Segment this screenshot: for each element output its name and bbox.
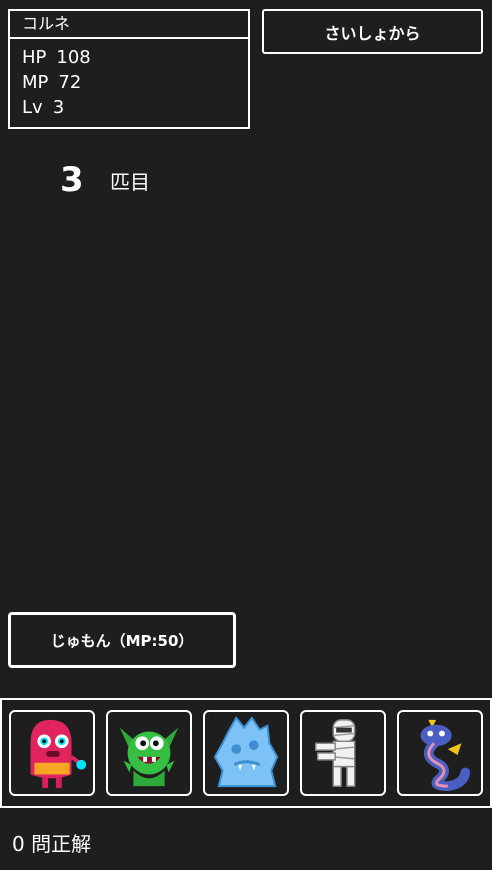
monster-slot-ice-golem[interactable] xyxy=(202,710,289,796)
green-goblin-monster-icon xyxy=(119,727,179,787)
lv-value: 3 xyxy=(52,97,65,118)
counter-number: 3 xyxy=(60,160,84,200)
monster-slot-red-blob[interactable] xyxy=(9,710,96,796)
monster-slot-blue-dragon[interactable] xyxy=(396,710,483,796)
monster-slot-mummy[interactable] xyxy=(299,710,386,796)
spell-button[interactable]: じゅもん（MP:50） xyxy=(8,612,236,668)
lv-row: Lv 3 xyxy=(22,95,248,120)
mp-label: MP xyxy=(22,72,49,93)
counter-unit: 匹目 xyxy=(110,169,150,194)
score-text: 0 問正解 xyxy=(12,832,92,856)
monster-slot-green-goblin[interactable] xyxy=(106,710,193,796)
monster-selector xyxy=(0,698,492,808)
mp-value: 72 xyxy=(58,72,82,93)
hp-label: HP xyxy=(22,47,47,68)
mp-row: MP 72 xyxy=(22,70,248,95)
stats-list: HP 108 MP 72 Lv 3 xyxy=(10,39,248,120)
monster-counter: 3 匹目 xyxy=(60,160,150,200)
red-blob-monster-icon xyxy=(30,719,87,789)
ice-golem-monster-icon xyxy=(213,716,279,788)
hp-row: HP 108 xyxy=(22,45,248,70)
blue-dragon-monster-icon xyxy=(420,719,470,792)
player-name: コルネ xyxy=(10,11,248,39)
status-panel: コルネ HP 108 MP 72 Lv 3 xyxy=(8,9,250,129)
hp-value: 108 xyxy=(56,47,91,68)
lv-label: Lv xyxy=(22,97,43,118)
restart-button[interactable]: さいしょから xyxy=(262,9,483,54)
mummy-monster-icon xyxy=(314,719,356,787)
